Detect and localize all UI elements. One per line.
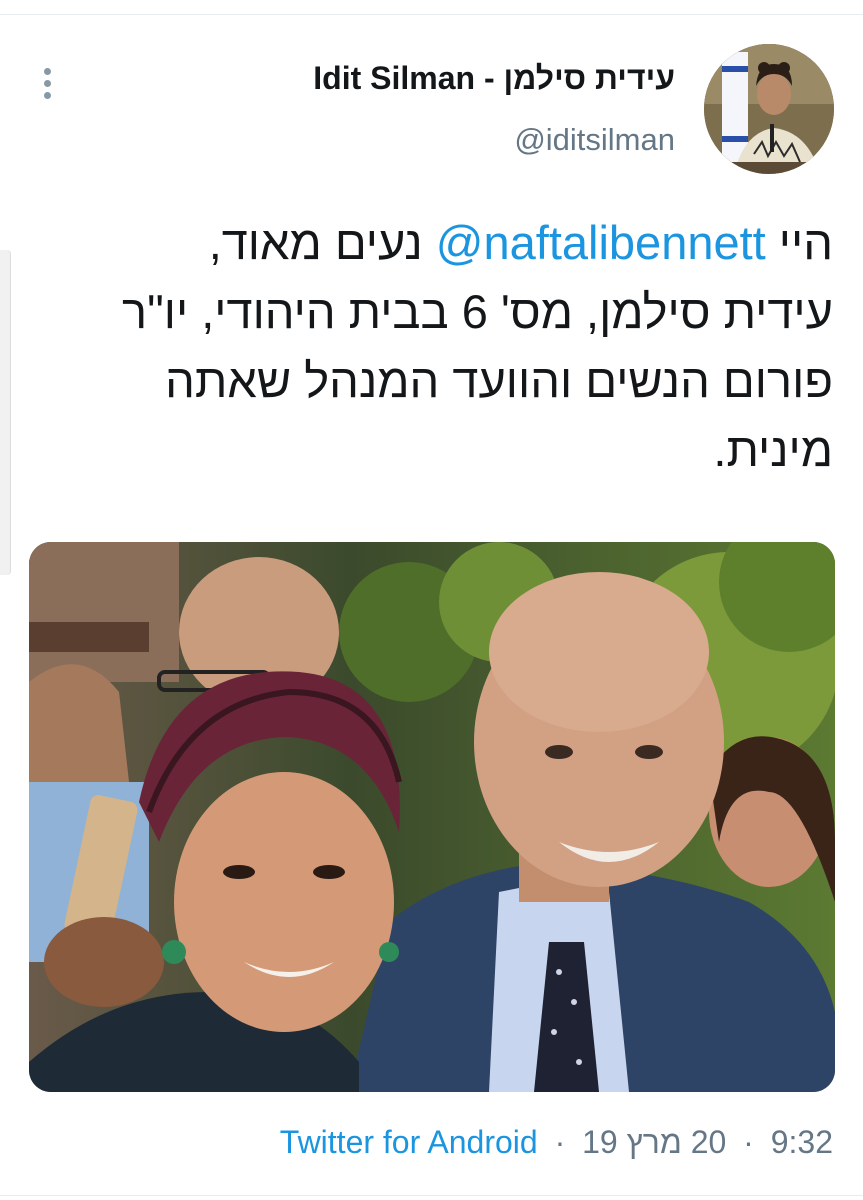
separator: ·: [743, 1124, 754, 1160]
tweet-time: 9:32: [770, 1124, 833, 1160]
tweet-text-line: עידית סילמן, מס' 6 בבית היהודי, יו"ר: [121, 285, 833, 338]
top-divider: [0, 14, 863, 15]
more-vertical-icon-dot: [43, 79, 51, 87]
tweet-photo[interactable]: [29, 542, 835, 1092]
more-vertical-icon: [43, 67, 51, 75]
tweet-meta: Twitter for Android · 20 מרץ 19 · 9:32: [280, 1124, 833, 1161]
display-name[interactable]: Idit Silman - עידית סילמן: [313, 60, 675, 97]
avatar-image: [704, 44, 834, 174]
more-vertical-icon-dot: [43, 91, 51, 99]
separator: ·: [554, 1124, 566, 1160]
bottom-divider: [0, 1195, 863, 1196]
scroll-indicator[interactable]: [0, 250, 11, 575]
user-handle[interactable]: @iditsilman: [514, 122, 675, 158]
tweet-text-line: היי @naftalibennett נעים מאוד,: [33, 208, 833, 277]
tweet-detail-screen: Idit Silman - עידית סילמן @iditsilman הי…: [0, 0, 863, 1200]
tweet-text: היי @naftalibennett נעים מאוד, עידית סיל…: [33, 208, 833, 484]
tweet-date: 20 מרץ 19: [582, 1124, 727, 1160]
source-link[interactable]: Twitter for Android: [280, 1124, 538, 1160]
more-options-button[interactable]: [32, 62, 62, 104]
tweet-text-segment: היי: [765, 216, 833, 269]
tweet-photo-image: [29, 542, 835, 1092]
tweet-text-segment: נעים מאוד,: [208, 216, 436, 269]
tweet-text-line: מינית.: [713, 423, 833, 476]
tweet-text-line: פורום הנשים והוועד המנהל שאתה: [165, 354, 833, 407]
avatar[interactable]: [704, 44, 834, 174]
mention-link[interactable]: @naftalibennett: [436, 216, 766, 269]
